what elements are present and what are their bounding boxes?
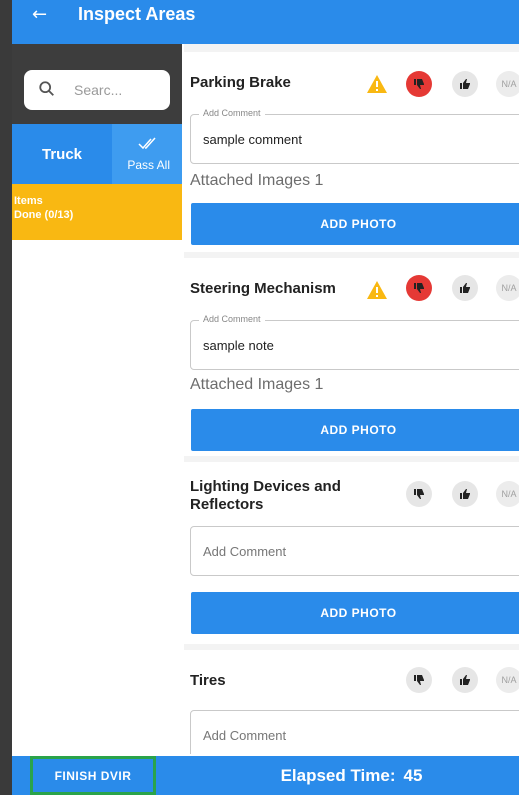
na-button[interactable]: N/A xyxy=(496,275,519,301)
na-button[interactable]: N/A xyxy=(496,71,519,97)
na-label: N/A xyxy=(501,675,517,685)
add-photo-button[interactable]: ADD PHOTO xyxy=(191,592,519,634)
elapsed-value: 45 xyxy=(403,765,423,785)
card-title: Lighting Devices and Reflectors xyxy=(190,478,341,514)
na-label: N/A xyxy=(501,79,517,89)
double-check-icon xyxy=(138,137,156,150)
search-icon xyxy=(39,81,54,96)
window-frame xyxy=(0,0,12,795)
inspection-list: Parking Brake N/A Add Comment sample com… xyxy=(184,44,519,754)
card-title-line2: Reflectors xyxy=(190,496,264,513)
attached-images-count: Attached Images 1 xyxy=(190,376,324,393)
add-photo-label: ADD PHOTO xyxy=(320,217,397,231)
pass-all-label: Pass All xyxy=(127,158,170,172)
card-title-line1: Lighting Devices and xyxy=(190,478,341,495)
comment-value: sample comment xyxy=(203,132,302,147)
thumbs-down-icon xyxy=(414,675,424,685)
tab-truck[interactable]: Truck xyxy=(12,124,112,184)
tab-truck-label: Truck xyxy=(41,145,83,163)
na-button[interactable]: N/A xyxy=(496,481,519,507)
inspection-card-tires: Tires N/A Add Comment xyxy=(184,650,519,754)
add-photo-label: ADD PHOTO xyxy=(320,606,397,620)
thumbs-down-button[interactable] xyxy=(406,275,432,301)
items-progress[interactable]: Items Done (0/13) xyxy=(12,184,182,240)
thumbs-up-button[interactable] xyxy=(452,667,478,693)
thumbs-down-icon xyxy=(414,489,424,499)
thumbs-down-button[interactable] xyxy=(406,71,432,97)
items-done: Done (0/13) xyxy=(14,209,74,221)
pass-all-button[interactable]: Pass All xyxy=(112,124,182,184)
inspection-card-steering-mechanism: Steering Mechanism N/A Add Comment sampl… xyxy=(184,258,519,456)
comment-field[interactable]: Add Comment xyxy=(190,710,519,754)
comment-placeholder: Add Comment xyxy=(203,544,287,559)
warning-icon xyxy=(367,75,387,93)
na-label: N/A xyxy=(501,283,517,293)
sidebar: Searc... Truck Pass All Items Done (0/13… xyxy=(12,44,182,754)
page-title: Inspect Areas xyxy=(78,4,196,24)
add-photo-button[interactable]: ADD PHOTO xyxy=(191,409,519,451)
warning-icon xyxy=(367,281,387,299)
attached-images-count: Attached Images 1 xyxy=(190,172,324,189)
na-button[interactable]: N/A xyxy=(496,667,519,693)
comment-field[interactable]: Add Comment sample comment xyxy=(190,108,519,164)
arrow-left-icon[interactable]: ← xyxy=(32,4,47,25)
thumbs-up-button[interactable] xyxy=(452,71,478,97)
thumbs-up-icon xyxy=(460,283,470,293)
search-area: Searc... xyxy=(12,44,182,124)
comment-placeholder: Add Comment xyxy=(203,728,287,743)
add-photo-label: ADD PHOTO xyxy=(320,423,397,437)
finish-dvir-button[interactable]: FINISH DVIR xyxy=(30,756,156,795)
thumbs-down-icon xyxy=(414,283,424,293)
inspection-card-lighting-devices: Lighting Devices and Reflectors N/A Add … xyxy=(184,462,519,644)
search-placeholder: Searc... xyxy=(74,82,123,98)
comment-label: Add Comment xyxy=(199,108,265,118)
tab-bar: Truck Pass All xyxy=(12,124,182,184)
finish-dvir-label: FINISH DVIR xyxy=(54,768,132,783)
add-photo-button[interactable]: ADD PHOTO xyxy=(191,203,519,245)
app-bar: ← Inspect Areas xyxy=(12,0,519,44)
card-title: Tires xyxy=(190,672,226,689)
inspection-card-parking-brake: Parking Brake N/A Add Comment sample com… xyxy=(184,52,519,252)
thumbs-up-icon xyxy=(460,675,470,685)
thumbs-up-icon xyxy=(460,489,470,499)
thumbs-down-button[interactable] xyxy=(406,481,432,507)
comment-label: Add Comment xyxy=(199,314,265,324)
comment-value: sample note xyxy=(203,338,274,353)
thumbs-down-button[interactable] xyxy=(406,667,432,693)
na-label: N/A xyxy=(501,489,517,499)
search-input[interactable]: Searc... xyxy=(24,70,170,110)
comment-field[interactable]: Add Comment xyxy=(190,526,519,576)
thumbs-up-button[interactable] xyxy=(452,275,478,301)
thumbs-up-button[interactable] xyxy=(452,481,478,507)
items-label: Items xyxy=(14,195,43,207)
elapsed-time: Elapsed Time: 45 xyxy=(184,756,519,795)
thumbs-up-icon xyxy=(460,79,470,89)
bottom-bar: FINISH DVIR Elapsed Time: 45 xyxy=(12,756,519,795)
thumbs-down-icon xyxy=(414,79,424,89)
comment-field[interactable]: Add Comment sample note xyxy=(190,314,519,370)
card-title: Steering Mechanism xyxy=(190,280,336,297)
elapsed-label: Elapsed Time: xyxy=(280,765,396,785)
card-title: Parking Brake xyxy=(190,74,291,91)
